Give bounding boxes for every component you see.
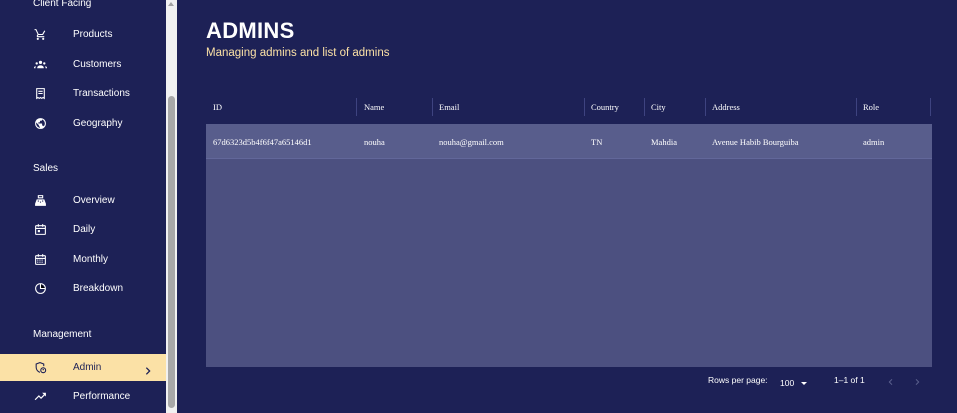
trending-up-icon (33, 390, 47, 404)
grid-body: 67d6323d5b4f6f47a65146d1 nouha nouha@gma… (206, 124, 932, 367)
cell-role[interactable]: admin (863, 124, 884, 159)
column-separator[interactable] (930, 98, 931, 116)
page-subtitle: Managing admins and list of admins (206, 47, 390, 59)
chevron-left-icon (888, 378, 893, 386)
grid-footer-pagination: Rows per page: 100 1–1 of 1 (206, 367, 932, 401)
chevron-right-icon (915, 378, 920, 386)
rows-per-page-select[interactable]: 100 (780, 376, 794, 390)
pie-chart-icon (33, 282, 47, 296)
calendar-month-icon (33, 253, 47, 267)
column-header-address[interactable]: Address (712, 90, 740, 124)
rows-per-page-label: Rows per page: (708, 375, 768, 385)
sidebar-item-label: Monthly (73, 254, 109, 265)
sidebar-item-label: Transactions (73, 88, 130, 99)
page-title: ADMINS (206, 18, 295, 43)
cell-city[interactable]: Mahdia (651, 124, 677, 159)
admin-panel-icon (33, 361, 47, 375)
sidebar-item-performance[interactable]: Performance (0, 383, 166, 410)
sidebar-item-label: Performance (73, 391, 131, 402)
column-header-id[interactable]: ID (213, 90, 222, 124)
section-title-client-facing: Client Facing (33, 0, 92, 9)
column-header-city[interactable]: City (651, 90, 666, 124)
today-calendar-icon (33, 223, 47, 237)
shopping-cart-icon (33, 28, 47, 42)
groups-icon (33, 58, 47, 72)
sidebar-item-geography[interactable]: Geography (0, 110, 166, 137)
sidebar-item-products[interactable]: Products (0, 21, 166, 48)
sidebar-item-overview[interactable]: Overview (0, 187, 166, 214)
section-title-management: Management (33, 329, 92, 340)
column-header-role[interactable]: Role (863, 90, 879, 124)
sidebar-item-breakdown[interactable]: Breakdown (0, 275, 166, 302)
sidebar: Client Facing Products Customers Transac… (0, 0, 166, 413)
cell-id[interactable]: 67d6323d5b4f6f47a65146d1 (213, 124, 312, 159)
point-of-sale-icon (33, 194, 47, 208)
next-page-button[interactable] (911, 376, 923, 388)
sidebar-item-label: Overview (73, 195, 115, 206)
sidebar-item-label: Products (73, 29, 113, 40)
pagination-range: 1–1 of 1 (834, 375, 865, 385)
section-title-sales: Sales (33, 163, 59, 174)
sidebar-item-label: Customers (73, 59, 122, 70)
column-separator[interactable] (644, 98, 645, 116)
column-separator[interactable] (584, 98, 585, 116)
cell-address[interactable]: Avenue Habib Bourguiba (712, 124, 799, 159)
cell-country[interactable]: TN (591, 124, 602, 159)
sidebar-item-transactions[interactable]: Transactions (0, 80, 166, 107)
column-header-name[interactable]: Name (364, 90, 384, 124)
column-separator[interactable] (705, 98, 706, 116)
sidebar-item-label: Admin (73, 362, 102, 373)
sidebar-item-customers[interactable]: Customers (0, 51, 166, 78)
scroll-up-arrow-icon[interactable] (168, 2, 174, 6)
admins-data-grid: ID Name Email Country City Address Role … (206, 90, 932, 401)
previous-page-button[interactable] (885, 376, 897, 388)
globe-icon (33, 117, 47, 131)
sidebar-item-admin[interactable]: Admin (0, 354, 166, 381)
cell-email[interactable]: nouha@gmail.com (439, 124, 504, 159)
column-header-country[interactable]: Country (591, 90, 619, 124)
chevron-right-icon (143, 363, 153, 375)
column-separator[interactable] (356, 98, 357, 116)
column-separator[interactable] (856, 98, 857, 116)
scrollbar-thumb[interactable] (168, 96, 175, 408)
sidebar-item-label: Daily (73, 224, 96, 235)
sidebar-scrollbar[interactable] (166, 0, 177, 413)
receipt-icon (33, 87, 47, 101)
sidebar-item-daily[interactable]: Daily (0, 216, 166, 243)
column-separator[interactable] (432, 98, 433, 116)
table-row[interactable]: 67d6323d5b4f6f47a65146d1 nouha nouha@gma… (206, 124, 932, 159)
grid-header: ID Name Email Country City Address Role (206, 90, 932, 124)
sidebar-item-label: Breakdown (73, 283, 124, 294)
cell-name[interactable]: nouha (364, 124, 385, 159)
sidebar-item-label: Geography (73, 118, 123, 129)
sidebar-item-monthly[interactable]: Monthly (0, 246, 166, 273)
dropdown-caret-icon[interactable] (801, 382, 807, 385)
column-header-email[interactable]: Email (439, 90, 459, 124)
